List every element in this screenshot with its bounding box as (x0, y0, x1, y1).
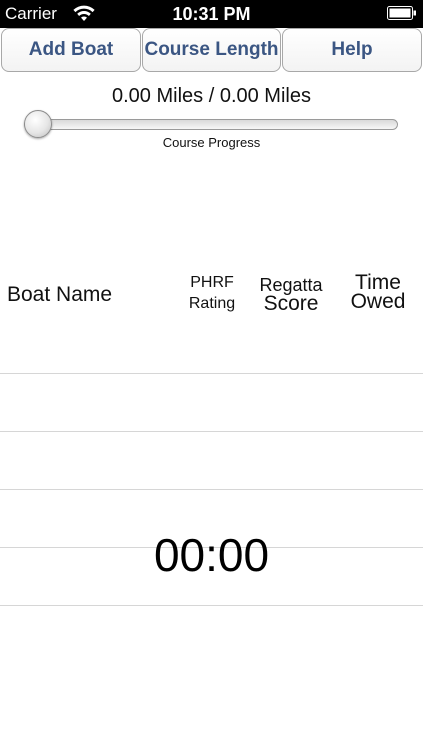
row-divider (0, 489, 423, 490)
row-divider (0, 605, 423, 606)
clock-label: 10:31 PM (172, 4, 251, 24)
header-time-owed: Time Owed (343, 272, 413, 313)
header-phrf-line1: PHRF (190, 274, 234, 291)
app-screen: Carrier 10:31 PM Add Boat Course Length … (0, 0, 423, 750)
header-phrf-line2: Rating (188, 295, 236, 312)
course-length-button[interactable]: Course Length (142, 28, 281, 72)
battery-icon (387, 6, 416, 20)
header-regatta-line2: Score (263, 292, 319, 315)
header-regatta-score: Regatta Score (252, 276, 330, 315)
course-progress-label: 0.00 Miles / 0.00 Miles (112, 85, 311, 107)
row-divider (0, 373, 423, 374)
header-phrf-rating: PHRF Rating (180, 272, 244, 314)
course-progress-slider[interactable] (24, 110, 398, 138)
help-button[interactable]: Help (282, 28, 422, 72)
race-timer[interactable]: 00:00 (0, 527, 423, 583)
add-boat-button[interactable]: Add Boat (1, 28, 141, 72)
header-boat-name: Boat Name (7, 283, 113, 306)
toolbar: Add Boat Course Length Help (0, 28, 423, 74)
row-divider (0, 431, 423, 432)
status-bar: Carrier 10:31 PM (0, 0, 423, 28)
header-time-line2: Owed (350, 290, 406, 313)
slider-track (24, 119, 398, 130)
slider-thumb[interactable] (24, 110, 52, 138)
course-progress-caption: Course Progress (162, 135, 261, 150)
